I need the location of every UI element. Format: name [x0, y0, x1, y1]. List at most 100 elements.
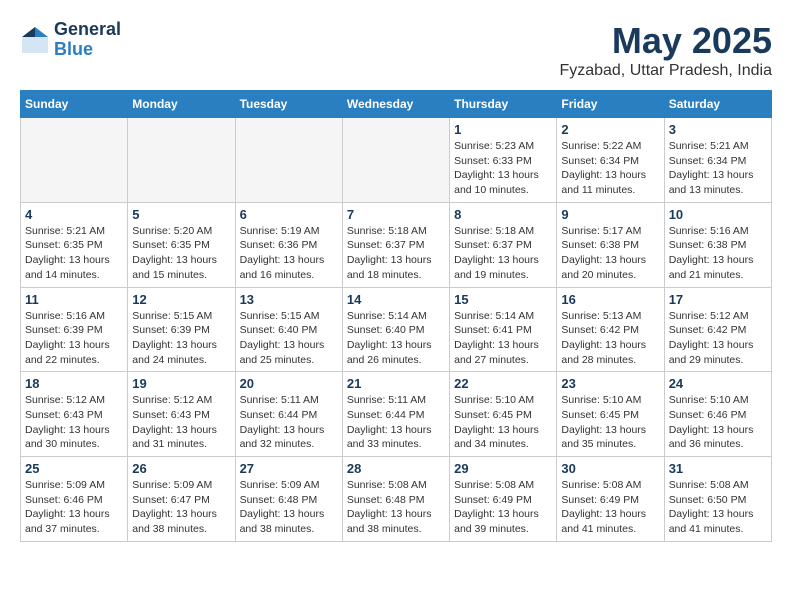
calendar-cell: 3Sunrise: 5:21 AM Sunset: 6:34 PM Daylig…: [664, 118, 771, 203]
month-title: May 2025: [559, 20, 772, 62]
calendar-header-row: Sunday Monday Tuesday Wednesday Thursday…: [21, 91, 772, 118]
calendar-cell: 10 Sunrise: 5:16 AM Sunset: 6:38 PM Dayli…: [664, 202, 771, 287]
calendar-week-row-5: 25 Sunrise: 5:09 AM Sunset: 6:46 PM Dayli…: [21, 457, 772, 542]
day-number: 4: [25, 207, 123, 222]
calendar-cell: 16 Sunrise: 5:13 AM Sunset: 6:42 PM Dayli…: [557, 287, 664, 372]
calendar-cell: 30 Sunrise: 5:08 AM Sunset: 6:49 PM Dayli…: [557, 457, 664, 542]
calendar-cell: 20 Sunrise: 5:11 AM Sunset: 6:44 PM Dayli…: [235, 372, 342, 457]
calendar-cell: 11 Sunrise: 5:16 AM Sunset: 6:39 PM Dayli…: [21, 287, 128, 372]
calendar-cell: 2Sunrise: 5:22 AM Sunset: 6:34 PM Daylig…: [557, 118, 664, 203]
day-number: 18: [25, 376, 123, 391]
day-number: 25: [25, 461, 123, 476]
day-number: 13: [240, 292, 338, 307]
day-number: 15: [454, 292, 552, 307]
calendar-cell: 7 Sunrise: 5:18 AM Sunset: 6:37 PM Daylig…: [342, 202, 449, 287]
day-info: Sunrise: 5:15 AM Sunset: 6:39 PM Dayligh…: [132, 309, 230, 368]
day-number: 17: [669, 292, 767, 307]
calendar-cell: [235, 118, 342, 203]
calendar-week-row-2: 4 Sunrise: 5:21 AM Sunset: 6:35 PM Daylig…: [21, 202, 772, 287]
day-number: 22: [454, 376, 552, 391]
calendar-table: Sunday Monday Tuesday Wednesday Thursday…: [20, 90, 772, 542]
day-info: Sunrise: 5:18 AM Sunset: 6:37 PM Dayligh…: [347, 224, 445, 283]
calendar-cell: 27Sunrise: 5:09 AM Sunset: 6:48 PM Dayli…: [235, 457, 342, 542]
day-info: Sunrise: 5:09 AM Sunset: 6:46 PM Dayligh…: [25, 478, 123, 537]
day-info: Sunrise: 5:22 AM Sunset: 6:34 PM Dayligh…: [561, 139, 659, 198]
logo-text: General Blue: [54, 20, 121, 60]
calendar-cell: 1 Sunrise: 5:23 AM Sunset: 6:33 PM Daylig…: [450, 118, 557, 203]
calendar-cell: 6 Sunrise: 5:19 AM Sunset: 6:36 PM Daylig…: [235, 202, 342, 287]
calendar-cell: 8Sunrise: 5:18 AM Sunset: 6:37 PM Daylig…: [450, 202, 557, 287]
day-info: Sunrise: 5:08 AM Sunset: 6:49 PM Dayligh…: [561, 478, 659, 537]
day-info: Sunrise: 5:21 AM Sunset: 6:35 PM Dayligh…: [25, 224, 123, 283]
logo-icon: [20, 25, 50, 55]
day-number: 6: [240, 207, 338, 222]
day-info: Sunrise: 5:10 AM Sunset: 6:45 PM Dayligh…: [561, 393, 659, 452]
day-number: 7: [347, 207, 445, 222]
day-info: Sunrise: 5:18 AM Sunset: 6:37 PM Dayligh…: [454, 224, 552, 283]
day-number: 23: [561, 376, 659, 391]
location-title: Fyzabad, Uttar Pradesh, India: [559, 62, 772, 80]
day-info: Sunrise: 5:16 AM Sunset: 6:38 PM Dayligh…: [669, 224, 767, 283]
calendar-cell: [21, 118, 128, 203]
calendar-cell: 29 Sunrise: 5:08 AM Sunset: 6:49 PM Dayli…: [450, 457, 557, 542]
day-number: 31: [669, 461, 767, 476]
day-number: 27: [240, 461, 338, 476]
calendar-cell: 15 Sunrise: 5:14 AM Sunset: 6:41 PM Dayli…: [450, 287, 557, 372]
calendar-cell: 18 Sunrise: 5:12 AM Sunset: 6:43 PM Dayli…: [21, 372, 128, 457]
calendar-cell: 23 Sunrise: 5:10 AM Sunset: 6:45 PM Dayli…: [557, 372, 664, 457]
day-info: Sunrise: 5:08 AM Sunset: 6:48 PM Dayligh…: [347, 478, 445, 537]
title-block: May 2025 Fyzabad, Uttar Pradesh, India: [559, 20, 772, 80]
calendar-cell: [128, 118, 235, 203]
day-number: 19: [132, 376, 230, 391]
calendar-cell: 17Sunrise: 5:12 AM Sunset: 6:42 PM Dayli…: [664, 287, 771, 372]
day-info: Sunrise: 5:10 AM Sunset: 6:46 PM Dayligh…: [669, 393, 767, 452]
day-info: Sunrise: 5:12 AM Sunset: 6:43 PM Dayligh…: [25, 393, 123, 452]
day-info: Sunrise: 5:13 AM Sunset: 6:42 PM Dayligh…: [561, 309, 659, 368]
day-number: 29: [454, 461, 552, 476]
header-tuesday: Tuesday: [235, 91, 342, 118]
header-friday: Friday: [557, 91, 664, 118]
day-number: 30: [561, 461, 659, 476]
day-number: 1: [454, 122, 552, 137]
day-info: Sunrise: 5:11 AM Sunset: 6:44 PM Dayligh…: [347, 393, 445, 452]
calendar-cell: [342, 118, 449, 203]
day-number: 21: [347, 376, 445, 391]
calendar-cell: 31 Sunrise: 5:08 AM Sunset: 6:50 PM Dayli…: [664, 457, 771, 542]
day-number: 16: [561, 292, 659, 307]
day-info: Sunrise: 5:14 AM Sunset: 6:41 PM Dayligh…: [454, 309, 552, 368]
header-wednesday: Wednesday: [342, 91, 449, 118]
day-info: Sunrise: 5:23 AM Sunset: 6:33 PM Dayligh…: [454, 139, 552, 198]
logo: General Blue: [20, 20, 121, 60]
calendar-cell: 28Sunrise: 5:08 AM Sunset: 6:48 PM Dayli…: [342, 457, 449, 542]
day-info: Sunrise: 5:15 AM Sunset: 6:40 PM Dayligh…: [240, 309, 338, 368]
day-info: Sunrise: 5:20 AM Sunset: 6:35 PM Dayligh…: [132, 224, 230, 283]
day-info: Sunrise: 5:11 AM Sunset: 6:44 PM Dayligh…: [240, 393, 338, 452]
day-number: 20: [240, 376, 338, 391]
day-number: 11: [25, 292, 123, 307]
day-number: 24: [669, 376, 767, 391]
calendar-cell: 19 Sunrise: 5:12 AM Sunset: 6:43 PM Dayli…: [128, 372, 235, 457]
header-sunday: Sunday: [21, 91, 128, 118]
day-info: Sunrise: 5:17 AM Sunset: 6:38 PM Dayligh…: [561, 224, 659, 283]
logo-general: General: [54, 20, 121, 40]
day-number: 10: [669, 207, 767, 222]
day-number: 26: [132, 461, 230, 476]
calendar-week-row-3: 11 Sunrise: 5:16 AM Sunset: 6:39 PM Dayli…: [21, 287, 772, 372]
calendar-cell: 25 Sunrise: 5:09 AM Sunset: 6:46 PM Dayli…: [21, 457, 128, 542]
day-info: Sunrise: 5:21 AM Sunset: 6:34 PM Dayligh…: [669, 139, 767, 198]
day-info: Sunrise: 5:16 AM Sunset: 6:39 PM Dayligh…: [25, 309, 123, 368]
day-info: Sunrise: 5:09 AM Sunset: 6:47 PM Dayligh…: [132, 478, 230, 537]
day-info: Sunrise: 5:12 AM Sunset: 6:43 PM Dayligh…: [132, 393, 230, 452]
day-info: Sunrise: 5:08 AM Sunset: 6:49 PM Dayligh…: [454, 478, 552, 537]
day-number: 12: [132, 292, 230, 307]
calendar-week-row-1: 1 Sunrise: 5:23 AM Sunset: 6:33 PM Daylig…: [21, 118, 772, 203]
day-info: Sunrise: 5:19 AM Sunset: 6:36 PM Dayligh…: [240, 224, 338, 283]
calendar-cell: 12 Sunrise: 5:15 AM Sunset: 6:39 PM Dayli…: [128, 287, 235, 372]
calendar-cell: 26 Sunrise: 5:09 AM Sunset: 6:47 PM Dayli…: [128, 457, 235, 542]
calendar-cell: 4 Sunrise: 5:21 AM Sunset: 6:35 PM Daylig…: [21, 202, 128, 287]
day-info: Sunrise: 5:14 AM Sunset: 6:40 PM Dayligh…: [347, 309, 445, 368]
day-number: 5: [132, 207, 230, 222]
day-info: Sunrise: 5:08 AM Sunset: 6:50 PM Dayligh…: [669, 478, 767, 537]
header-thursday: Thursday: [450, 91, 557, 118]
calendar-cell: 14Sunrise: 5:14 AM Sunset: 6:40 PM Dayli…: [342, 287, 449, 372]
